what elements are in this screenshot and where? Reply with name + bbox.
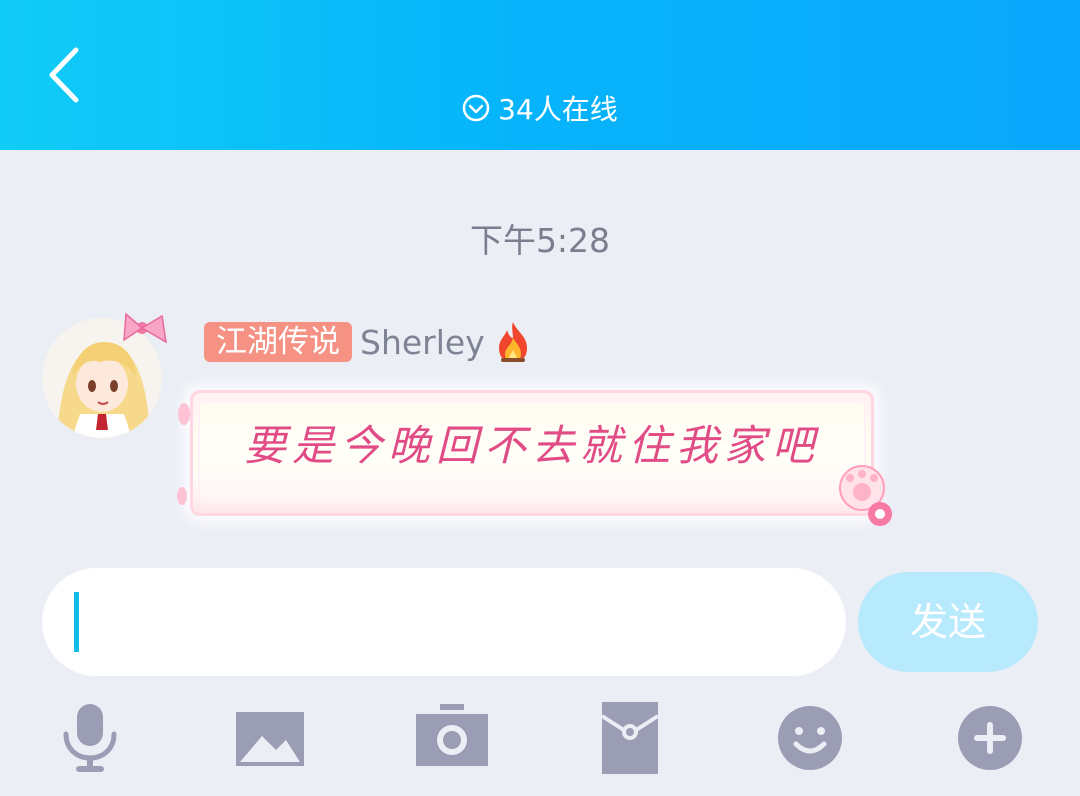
sender-name[interactable]: Sherley [360,323,485,362]
emoji-icon[interactable] [770,700,850,776]
online-count-label: 34人在线 [498,93,618,126]
anime-girl-avatar [42,312,167,438]
text-caret [74,592,79,652]
petal-left-icon [177,403,190,505]
fire-icon [493,320,533,364]
paw-flower-icon [839,465,892,526]
send-button[interactable]: 发送 [858,572,1038,672]
message-input[interactable] [42,568,846,676]
chat-header: 34人在线 [0,0,1080,150]
online-count[interactable]: 34人在线 [0,88,1080,128]
camera-icon[interactable] [412,700,492,776]
red-packet-icon[interactable] [590,700,670,776]
message-timestamp: 下午5:28 [469,221,611,260]
image-icon[interactable] [230,700,310,776]
microphone-icon[interactable] [50,700,130,776]
sender-avatar[interactable] [42,312,167,438]
plus-icon[interactable] [950,700,1030,776]
message-bubble[interactable]: 要是今晚回不去就住我家吧 [177,390,892,526]
title-badge: 江湖传说 [204,322,352,362]
circle-chevron-down-icon [462,94,490,122]
sender-info: 江湖传说 Sherley [204,320,533,364]
message-text: 要是今晚回不去就住我家吧 [243,421,820,470]
